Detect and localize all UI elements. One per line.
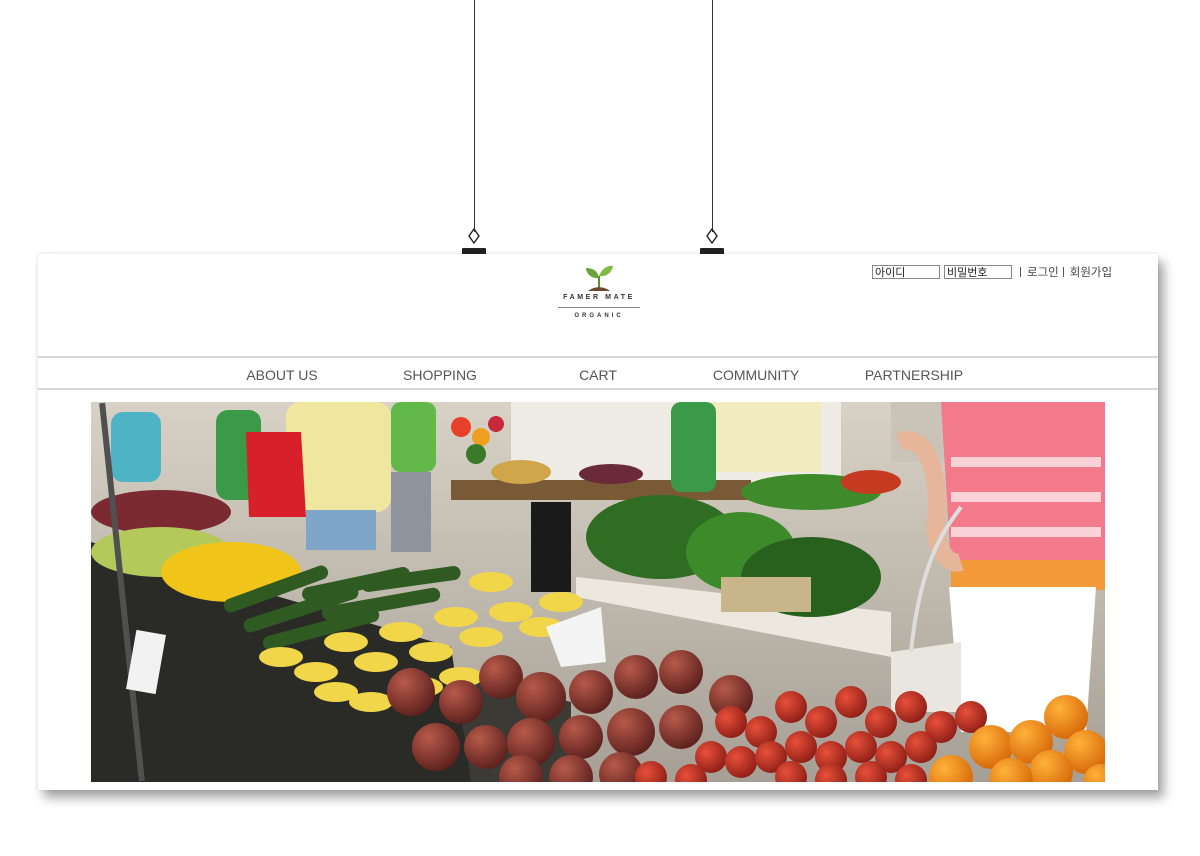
page-frame: FAMER MATE ORGANIC 로그인 회원가입 ABOUT US SHO…	[38, 254, 1158, 790]
logo-divider	[558, 307, 640, 308]
signup-link[interactable]: 회원가입	[1070, 264, 1112, 280]
nav-cart[interactable]: CART	[519, 367, 677, 383]
farmers-market-illustration	[91, 402, 1105, 782]
main-nav: ABOUT US SHOPPING CART COMMUNITY PARTNER…	[38, 356, 1158, 390]
logo-brand-text: FAMER MATE	[563, 294, 635, 301]
login-separator	[1020, 267, 1021, 277]
logo-sub-text: ORGANIC	[574, 313, 624, 319]
site-logo[interactable]: FAMER MATE ORGANIC	[556, 262, 642, 332]
site-header: FAMER MATE ORGANIC 로그인 회원가입	[38, 254, 1158, 356]
nav-partnership[interactable]: PARTNERSHIP	[835, 367, 993, 383]
hero-image	[91, 402, 1105, 782]
nav-community[interactable]: COMMUNITY	[677, 367, 835, 383]
hanging-wire-left	[474, 0, 475, 232]
password-input[interactable]	[944, 265, 1012, 279]
user-id-input[interactable]	[872, 265, 940, 279]
nav-about-us[interactable]: ABOUT US	[203, 367, 361, 383]
nav-shopping[interactable]: SHOPPING	[361, 367, 519, 383]
sprout-icon	[586, 265, 613, 291]
hanging-wire-right	[712, 0, 713, 232]
signup-separator	[1062, 267, 1064, 277]
login-bar: 로그인 회원가입	[872, 264, 1112, 280]
login-link[interactable]: 로그인	[1027, 264, 1059, 280]
